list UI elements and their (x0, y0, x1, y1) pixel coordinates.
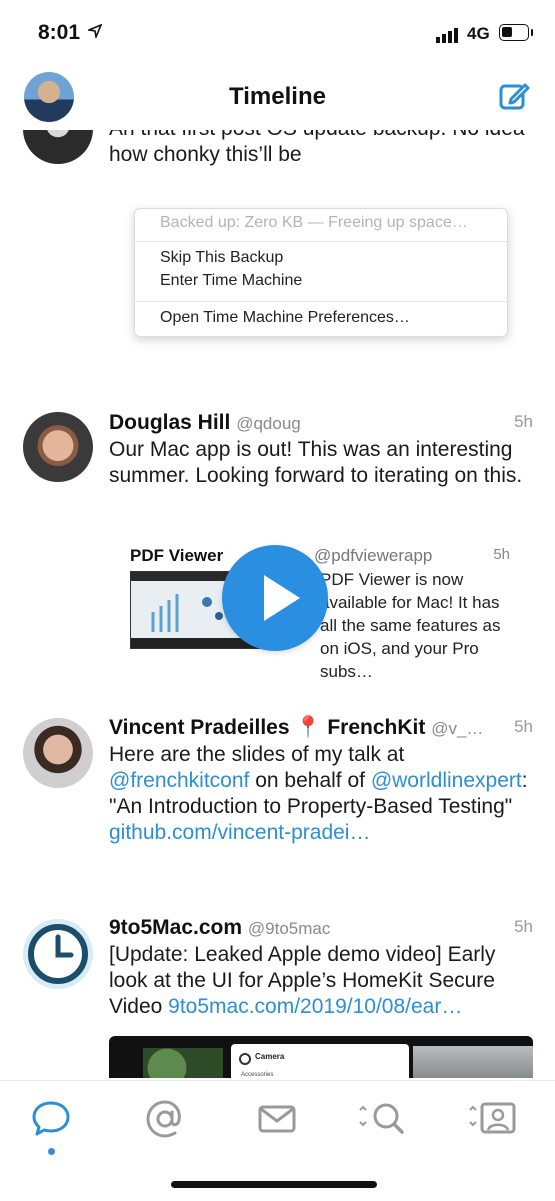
tweet-handle: @9to5mac (247, 919, 331, 938)
menu-item-skip-backup: Skip This Backup (160, 249, 284, 266)
signal-bars-icon (436, 28, 458, 43)
home-indicator[interactable] (171, 1181, 377, 1188)
media-camera-card: Camera Accessories (231, 1044, 409, 1078)
tweet-text-part: Here are the slides of my talk at (109, 743, 405, 766)
menu-item-enter-time-machine: Enter Time Machine (160, 272, 303, 289)
camera-icon (239, 1053, 251, 1065)
quote-text: PDF Viewer is now available for Mac! It … (320, 570, 501, 681)
tab-mentions[interactable] (142, 1096, 202, 1142)
tweet-text: Here are the slides of my talk at @frenc… (109, 742, 534, 846)
url-link[interactable]: github.com/vincent-pradei… (109, 821, 370, 844)
tweet-age: 5h (514, 412, 533, 431)
clock-icon (28, 924, 88, 984)
location-arrow-icon (88, 24, 102, 38)
quote-author: PDF Viewer (130, 546, 224, 565)
status-time: 8:01 (38, 21, 81, 44)
mention-link[interactable]: @worldlinexpert (371, 769, 522, 792)
tweet-text: [Update: Leaked Apple demo video] Early … (109, 942, 534, 1020)
menu-status: Backed up: Zero KB — Freeing up space… (160, 214, 468, 231)
tweet-avatar[interactable] (23, 412, 93, 482)
media-car (413, 1046, 533, 1078)
active-indicator (48, 1148, 55, 1155)
tweet-age: 5h (514, 717, 533, 736)
menu-divider (135, 241, 507, 242)
tweet-age: 5h (514, 917, 533, 936)
media-card-subtitle: Accessories (241, 1072, 274, 1078)
menu-divider (135, 301, 507, 302)
play-button[interactable] (222, 545, 328, 651)
tweet-author: Vincent Pradeilles 📍 FrenchKit (109, 716, 426, 739)
at-sign-icon (146, 1100, 181, 1138)
battery-tip (531, 29, 533, 36)
media-card-title: Camera (255, 1052, 285, 1061)
tweet-author: Douglas Hill (109, 411, 231, 434)
timeline-feed[interactable]: An that first post OS update backup. No … (0, 110, 555, 1078)
status-bar: 8:01 4G (0, 0, 555, 66)
tab-messages[interactable] (254, 1096, 314, 1142)
media-foliage (143, 1048, 223, 1078)
tab-profile[interactable] (464, 1096, 524, 1142)
tab-timeline[interactable] (28, 1096, 88, 1155)
tweet-avatar[interactable] (23, 919, 93, 989)
tweet-text: Our Mac app is out! This was an interest… (109, 438, 523, 487)
battery-icon (499, 24, 529, 41)
tweet-image-menu[interactable]: Backed up: Zero KB — Freeing up space… S… (134, 208, 508, 337)
tweet-author: 9to5Mac.com (109, 916, 243, 939)
chat-bubble-icon (32, 1101, 70, 1136)
tweet-content: Douglas Hill @qdoug Our Mac app is out! … (109, 410, 534, 489)
tweet-handle: @qdoug (236, 414, 301, 433)
tweet-handle: @v_… (431, 719, 484, 738)
url-link[interactable]: 9to5mac.com/2019/10/08/ear… (168, 995, 462, 1018)
tweet-content: Vincent Pradeilles 📍 FrenchKit @v_… Here… (109, 715, 534, 846)
network-type: 4G (467, 24, 490, 43)
tweet-media[interactable]: Camera Accessories (109, 1036, 533, 1078)
compose-icon[interactable] (498, 80, 530, 112)
tweet-content: 9to5Mac.com @9to5mac [Update: Leaked App… (109, 915, 534, 1020)
profile-icon (469, 1102, 516, 1134)
tweet-avatar[interactable] (23, 718, 93, 788)
tab-search[interactable] (352, 1096, 412, 1142)
page-title: Timeline (229, 83, 326, 110)
tweet-text-part: on behalf of (249, 769, 371, 792)
menu-item-preferences: Open Time Machine Preferences… (160, 309, 410, 326)
mention-link[interactable]: @frenchkitconf (109, 769, 249, 792)
quote-age: 5h (493, 546, 510, 563)
quote-handle: @pdfviewerapp (314, 546, 433, 565)
search-icon (359, 1103, 404, 1134)
envelope-icon (258, 1105, 296, 1133)
nav-bar: Timeline (0, 66, 555, 130)
